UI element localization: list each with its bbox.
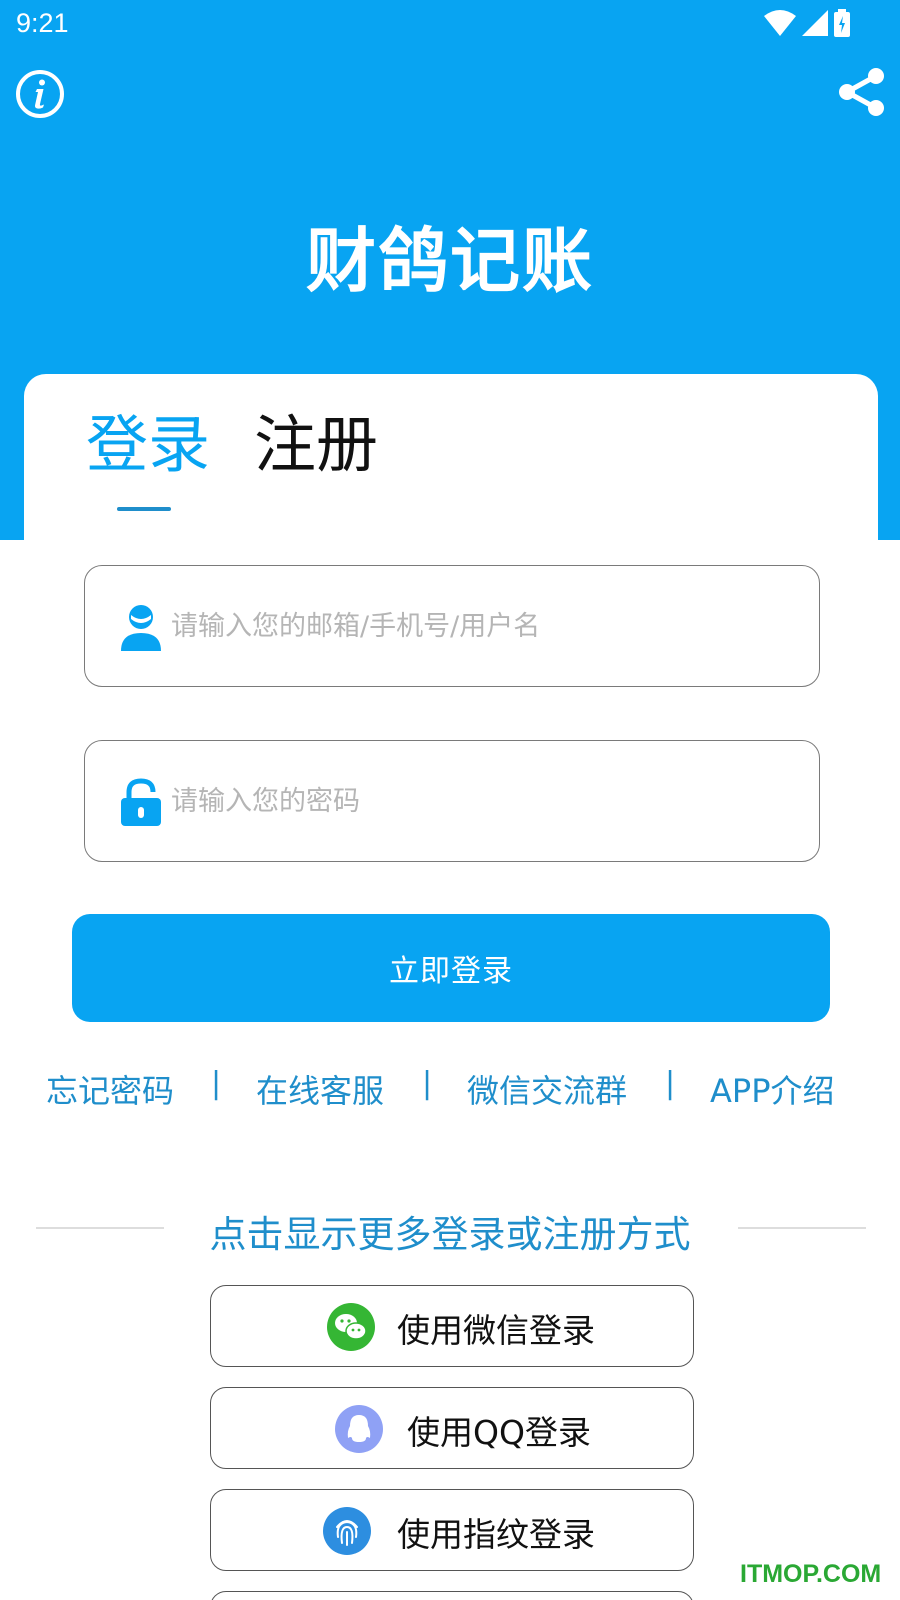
user-icon <box>121 605 161 651</box>
qq-login-button[interactable]: 使用QQ登录 <box>210 1387 694 1469</box>
online-support-link[interactable]: 在线客服 <box>256 1066 384 1112</box>
lock-icon <box>121 778 161 826</box>
fingerprint-login-button[interactable]: 使用指纹登录 <box>210 1489 694 1571</box>
wechat-login-button[interactable]: 使用微信登录 <box>210 1285 694 1367</box>
qq-login-label: 使用QQ登录 <box>407 1413 591 1452</box>
login-button[interactable]: 立即登录 <box>72 914 830 1022</box>
link-separator: | <box>422 1066 433 1101</box>
fingerprint-login-label: 使用指纹登录 <box>397 1515 595 1554</box>
more-login-button[interactable] <box>210 1591 694 1600</box>
wechat-login-label: 使用微信登录 <box>397 1311 595 1350</box>
tab-login[interactable]: 登录 <box>86 410 210 480</box>
wechat-icon <box>327 1303 375 1351</box>
battery-icon <box>834 9 850 37</box>
fingerprint-icon <box>323 1507 371 1555</box>
more-login-methods[interactable]: 点击显示更多登录或注册方式 <box>0 1204 900 1258</box>
app-title: 财鸽记账 <box>306 220 594 302</box>
watermark: ITMOP.COM <box>740 1560 882 1588</box>
forgot-password-link[interactable]: 忘记密码 <box>46 1066 174 1112</box>
share-icon <box>839 68 884 116</box>
cellular-signal-icon <box>802 10 828 36</box>
status-time: 9:21 <box>16 8 69 38</box>
info-icon <box>16 70 64 118</box>
info-button[interactable] <box>14 68 66 120</box>
username-input[interactable] <box>171 596 791 656</box>
active-tab-indicator <box>117 507 171 511</box>
tab-register[interactable]: 注册 <box>254 410 378 480</box>
username-field[interactable] <box>84 565 820 687</box>
share-button[interactable] <box>834 64 890 120</box>
help-links: 忘记密码 | 在线客服 | 微信交流群 | APP介绍 <box>0 1066 900 1110</box>
app-intro-link[interactable]: APP介绍 <box>710 1066 835 1112</box>
wechat-group-link[interactable]: 微信交流群 <box>467 1066 627 1112</box>
password-input[interactable] <box>171 771 791 831</box>
status-icons <box>764 8 850 38</box>
password-field[interactable] <box>84 740 820 862</box>
wifi-icon <box>764 10 796 36</box>
status-bar: 9:21 <box>0 0 900 50</box>
qq-icon <box>335 1405 383 1453</box>
link-separator: | <box>211 1066 222 1101</box>
link-separator: | <box>665 1066 676 1101</box>
